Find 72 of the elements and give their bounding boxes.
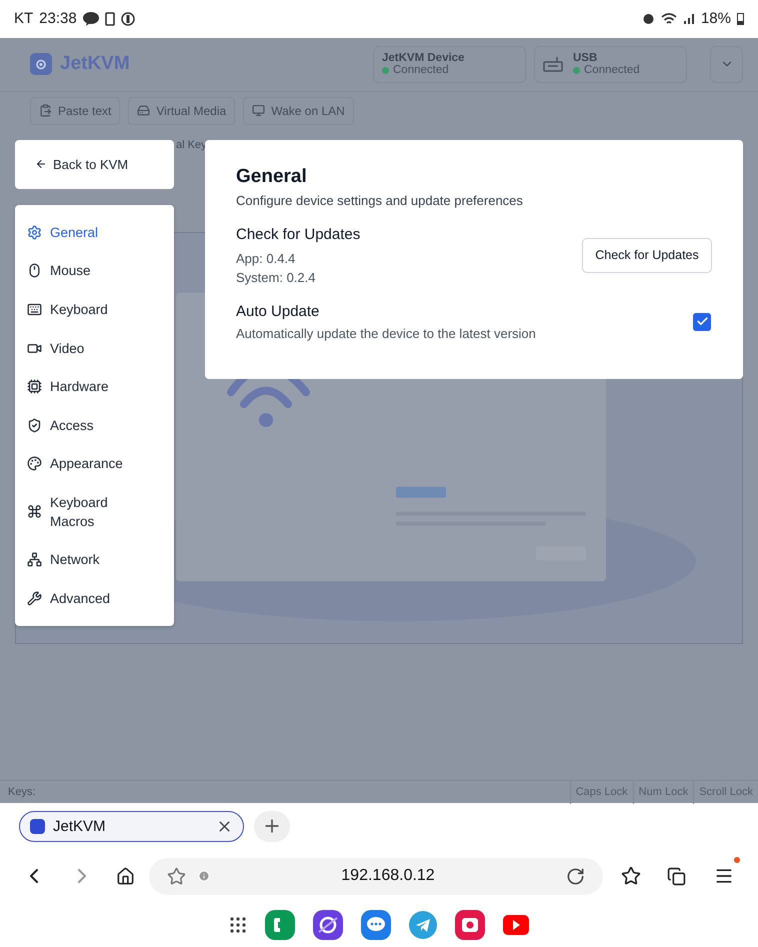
status-dot — [573, 66, 580, 74]
setting-description: Automatically update the device to the latest version — [236, 326, 536, 341]
command-icon — [27, 504, 42, 520]
clipboard-icon — [39, 104, 52, 118]
home-icon[interactable] — [116, 866, 135, 886]
panel-title: General — [236, 166, 308, 188]
camera-app-icon[interactable] — [455, 910, 485, 940]
globe-app-icon[interactable] — [313, 910, 343, 940]
nav-item[interactable]: Advanced — [50, 589, 130, 608]
connection-status: Connected — [584, 64, 640, 76]
key-indicator: Num Lock — [632, 780, 694, 804]
mouse-icon — [27, 263, 42, 278]
keys-label: Keys: — [8, 786, 36, 798]
reload-icon[interactable] — [566, 866, 585, 886]
tab-title: JetKVM — [53, 818, 107, 835]
nav-item[interactable]: Video — [50, 338, 130, 358]
device-name: USB — [573, 52, 598, 64]
panel-subtitle: Configure device settings and update preferences — [236, 192, 524, 208]
nav-item[interactable]: Access — [50, 416, 130, 435]
phone-app-icon[interactable] — [265, 910, 295, 940]
chat-bubble-icon — [82, 12, 99, 26]
app-version: App: 0.4.4 — [236, 250, 296, 266]
status-dot — [382, 66, 389, 74]
section-title: Check for Updates — [236, 226, 360, 243]
battery-icon — [737, 12, 744, 26]
connection-status: Connected — [393, 64, 449, 76]
device-name: JetKVM Device — [382, 52, 464, 64]
drive-icon — [137, 104, 150, 118]
info-icon[interactable] — [198, 870, 210, 882]
nav-item[interactable]: Hardware — [50, 377, 130, 396]
palette-icon — [27, 456, 42, 472]
logo-icon — [30, 53, 52, 76]
gear-icon — [27, 224, 42, 240]
nav-item[interactable]: General — [50, 222, 130, 242]
key-indicator: Scroll Lock — [693, 780, 758, 804]
tabs-icon[interactable] — [667, 866, 686, 886]
wifi-icon — [660, 12, 677, 26]
arrow-left-icon — [35, 158, 47, 170]
auto-update-checkbox[interactable] — [693, 312, 711, 331]
device-icon — [104, 12, 115, 26]
paper-plane-app-icon[interactable] — [409, 911, 437, 940]
star-icon[interactable] — [167, 866, 186, 886]
nav-item[interactable]: Keyboard Macros — [50, 492, 130, 531]
shield-icon — [27, 418, 42, 433]
system-version: System: 0.2.4 — [236, 270, 316, 285]
apps-grid-icon[interactable] — [229, 916, 247, 934]
signal-icon — [682, 12, 695, 25]
play-app-icon[interactable] — [503, 915, 529, 936]
nav-item[interactable]: Keyboard — [50, 300, 130, 319]
circle-icon — [120, 12, 135, 26]
url-text: 192.168.0.12 — [340, 867, 436, 886]
check-updates-button[interactable]: Check for Updates — [582, 238, 712, 273]
chip-icon — [27, 379, 42, 394]
browser-tab[interactable]: JetKVM — [19, 810, 244, 842]
network-icon — [27, 552, 42, 568]
nav-item[interactable]: Appearance — [50, 454, 130, 474]
favicon-icon — [30, 818, 45, 834]
clock: 23:38 — [39, 10, 77, 28]
bookmarks-icon[interactable] — [621, 866, 641, 886]
carrier: KT — [14, 10, 34, 28]
key-indicator: Caps Lock — [570, 780, 633, 804]
section-title: Auto Update — [236, 302, 320, 320]
address-bar[interactable]: 192.168.0.12 — [149, 858, 603, 895]
battery-level: 18% — [700, 10, 731, 28]
back-button[interactable]: Back to KVM — [15, 140, 174, 189]
wrench-icon — [27, 591, 42, 606]
chat-app-icon[interactable] — [361, 910, 391, 940]
nav-item[interactable]: Mouse — [50, 261, 130, 280]
notification-dot — [734, 857, 740, 864]
new-tab-button[interactable] — [254, 810, 290, 842]
monitor-icon — [252, 104, 266, 118]
nav-item[interactable]: Network — [50, 550, 130, 570]
